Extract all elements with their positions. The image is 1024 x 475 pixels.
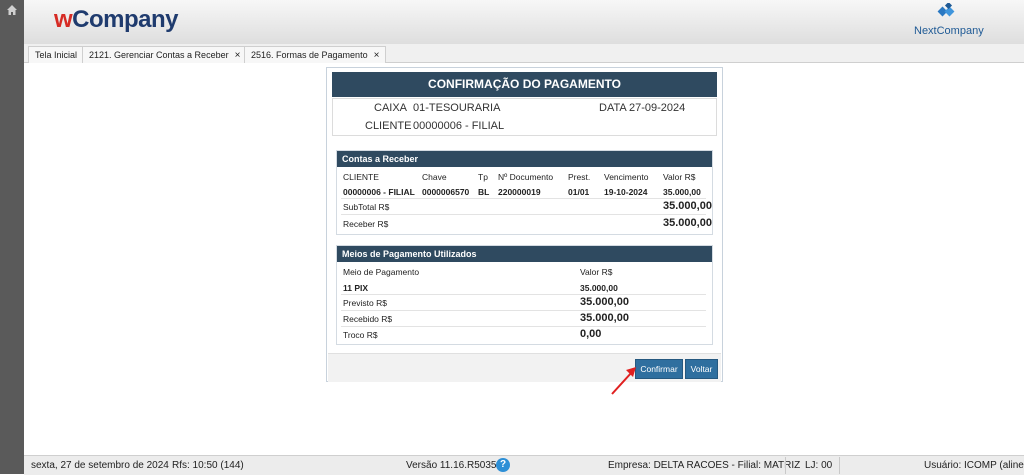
column-header: Valor R$ <box>663 172 696 182</box>
cliente-value: 00000006 - FILIAL <box>413 120 505 132</box>
nextcompany-label: NextCompany <box>914 25 984 37</box>
cliente-label: CLIENTE <box>365 120 412 132</box>
divider <box>839 457 840 474</box>
confirmar-button[interactable]: Confirmar <box>635 359 683 379</box>
column-header: Valor R$ <box>580 267 613 277</box>
tab-formas-pagamento[interactable]: 2516. Formas de Pagamento × <box>244 46 387 63</box>
receber-value: 35.000,00 <box>663 217 712 229</box>
receber-label: Receber R$ <box>343 219 389 229</box>
red-arrow-annotation <box>611 367 636 395</box>
status-empresa: Empresa: DELTA RACOES - Filial: MATRIZ <box>608 460 801 471</box>
close-icon[interactable]: × <box>235 50 241 61</box>
payment-value: 35.000,00 <box>580 283 618 293</box>
section-title: Contas a Receber <box>337 151 712 167</box>
tab-label: Tela Inicial <box>35 50 78 60</box>
tab-label: 2121. Gerenciar Contas a Receber <box>89 50 229 60</box>
table-cell: 00000006 - FILIAL <box>343 187 415 197</box>
column-header: CLIENTE <box>343 172 379 182</box>
payment-method: 11 PIX <box>343 283 369 293</box>
table-cell: 19-10-2024 <box>604 187 648 197</box>
home-icon[interactable] <box>6 4 18 16</box>
payment-confirmation-dialog: CONFIRMAÇÃO DO PAGAMENTO CAIXA 01-TESOUR… <box>326 67 723 382</box>
close-icon[interactable]: × <box>374 50 380 61</box>
divider <box>341 214 706 215</box>
caixa-label: CAIXA <box>374 102 408 114</box>
column-header: Prest. <box>568 172 591 182</box>
troco-label: Troco R$ <box>343 330 378 340</box>
tab-gerenciar-contas[interactable]: 2121. Gerenciar Contas a Receber × <box>82 46 248 63</box>
tab-tela-inicial[interactable]: Tela Inicial <box>28 46 85 63</box>
section-title: Meios de Pagamento Utilizados <box>337 246 712 262</box>
status-lj: LJ: 00 <box>805 460 833 471</box>
caixa-value: 01-TESOURARIA <box>413 102 501 114</box>
column-header: Tp <box>478 172 488 182</box>
status-bar: sexta, 27 de setembro de 2024 Rfs: 10:50… <box>24 455 1024 475</box>
contas-a-receber-section: Contas a Receber CLIENTE Chave Tp Nº Doc… <box>336 150 713 235</box>
data-value: 27-09-2024 <box>629 102 686 114</box>
table-cell: 01/01 <box>568 187 590 197</box>
troco-value: 0,00 <box>580 328 602 340</box>
previsto-label: Previsto R$ <box>343 298 387 308</box>
table-cell: BL <box>478 187 490 197</box>
payment-info: CAIXA 01-TESOURARIA DATA 27-09-2024 CLIE… <box>332 98 717 136</box>
divider <box>341 310 706 311</box>
column-header: Nº Documento <box>498 172 554 182</box>
status-user: Usuário: ICOMP (aline) <box>924 460 1024 471</box>
column-header: Chave <box>422 172 447 182</box>
divider <box>341 326 706 327</box>
recebido-label: Recebido R$ <box>343 314 393 324</box>
wcompany-logo: wCompany <box>54 6 179 33</box>
status-date: sexta, 27 de setembro de 2024 <box>31 460 169 471</box>
voltar-button[interactable]: Voltar <box>685 359 718 379</box>
previsto-value: 35.000,00 <box>580 296 629 308</box>
divider <box>785 457 786 474</box>
tab-label: 2516. Formas de Pagamento <box>251 50 368 60</box>
divider <box>341 198 706 199</box>
app-header: wCompany NextCompany <box>24 0 1024 45</box>
status-version: Versão 11.16.R5035 <box>406 460 497 471</box>
table-cell: 0000006570 <box>422 187 470 197</box>
nextcompany-logo: NextCompany <box>914 3 984 41</box>
table-cell: 35.000,00 <box>663 187 701 197</box>
status-refresh: Rfs: 10:50 (144) <box>172 460 244 471</box>
column-header: Meio de Pagamento <box>343 267 420 277</box>
left-rail <box>0 0 24 474</box>
divider <box>341 294 706 295</box>
recebido-value: 35.000,00 <box>580 312 629 324</box>
nextcompany-mark-icon <box>937 3 955 17</box>
table-cell: 220000019 <box>498 187 541 197</box>
subtotal-label: SubTotal R$ <box>343 202 390 212</box>
help-icon[interactable]: ? <box>496 458 510 472</box>
column-header: Vencimento <box>604 172 649 182</box>
meios-pagamento-section: Meios de Pagamento Utilizados Meio de Pa… <box>336 245 713 345</box>
dialog-title: CONFIRMAÇÃO DO PAGAMENTO <box>332 72 717 97</box>
tab-bar: Tela Inicial 2121. Gerenciar Contas a Re… <box>24 44 1024 63</box>
data-label: DATA <box>599 102 627 114</box>
subtotal-value: 35.000,00 <box>663 200 712 212</box>
